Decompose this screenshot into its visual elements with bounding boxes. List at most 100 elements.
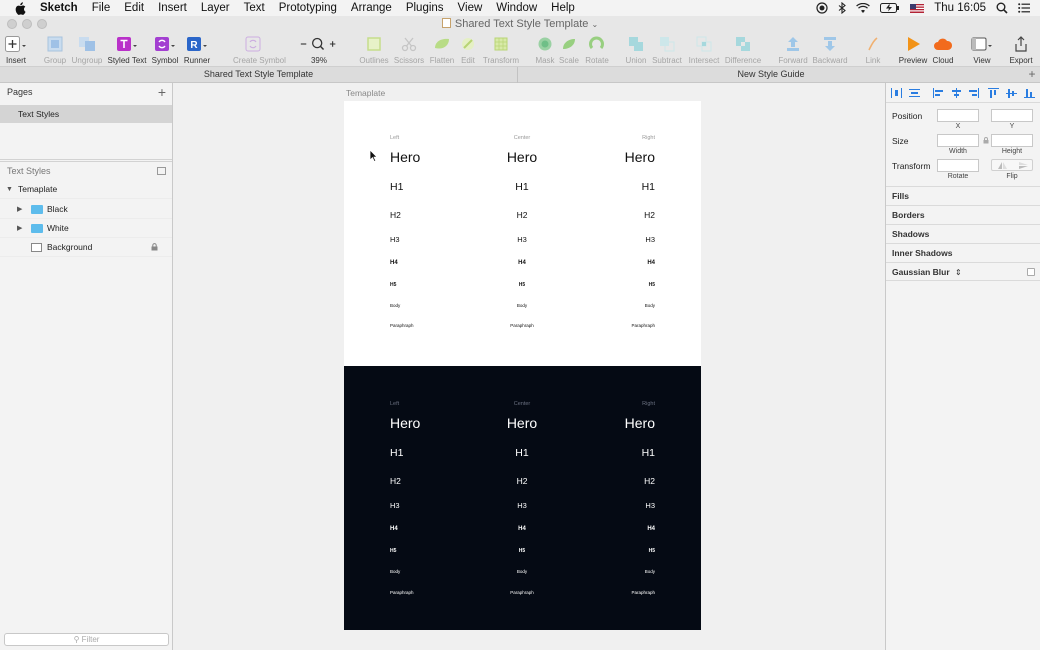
clock-text[interactable]: Thu 16:05 — [934, 2, 986, 14]
export-button[interactable]: Export — [1001, 35, 1040, 65]
column-header-left[interactable]: Left — [390, 401, 399, 407]
text-style-h5-left[interactable]: H5 — [390, 548, 396, 554]
text-style-paragraph-left[interactable]: Paraphraph — [390, 590, 414, 595]
styled-text-button[interactable]: Styled Text — [107, 35, 147, 65]
text-style-h5-center[interactable]: H5 — [519, 548, 525, 554]
cloud-button[interactable]: Cloud — [923, 35, 963, 65]
add-tab-button[interactable]: + — [1024, 67, 1040, 83]
gaussian-blur-section[interactable]: Gaussian Blur ⇕ — [886, 262, 1040, 281]
text-style-body-center[interactable]: Body — [517, 569, 527, 574]
text-style-h3-left[interactable]: H3 — [390, 235, 400, 244]
align-vertical-center-icon[interactable] — [1006, 88, 1017, 98]
text-style-h2-left[interactable]: H2 — [390, 476, 401, 486]
text-style-h2-center[interactable]: H2 — [517, 476, 528, 486]
rotate-input[interactable] — [937, 159, 979, 172]
canvas[interactable]: Temaplate Left Center Right Hero Hero He… — [173, 83, 885, 650]
width-input[interactable] — [937, 134, 979, 147]
text-style-h4-center[interactable]: H4 — [518, 260, 526, 266]
menu-insert[interactable]: Insert — [158, 2, 187, 14]
text-style-h4-center[interactable]: H4 — [518, 526, 526, 532]
text-style-h1-right[interactable]: H1 — [642, 181, 655, 193]
bluetooth-icon[interactable] — [838, 2, 847, 14]
text-style-h5-right[interactable]: H5 — [649, 548, 655, 554]
align-left-icon[interactable] — [933, 88, 944, 98]
menu-file[interactable]: File — [92, 2, 111, 14]
menu-edit[interactable]: Edit — [124, 2, 144, 14]
wifi-icon[interactable] — [856, 2, 871, 14]
document-title[interactable]: Shared Text Style Template ⌄ — [0, 18, 1040, 30]
add-page-icon[interactable]: + — [158, 85, 166, 99]
text-style-h4-left[interactable]: H4 — [390, 526, 398, 532]
layer-filter-input[interactable]: ⚲ Filter — [4, 633, 169, 646]
text-style-body-right[interactable]: Body — [645, 303, 655, 308]
tab-new-style-guide[interactable]: New Style Guide — [518, 67, 1024, 83]
text-style-body-left[interactable]: Body — [390, 303, 400, 308]
text-style-h1-right[interactable]: H1 — [642, 447, 655, 459]
text-style-hero-center[interactable]: Hero — [507, 415, 537, 431]
text-style-h1-left[interactable]: H1 — [390, 447, 403, 459]
link-button[interactable]: Link — [853, 35, 893, 65]
text-style-h4-right[interactable]: H4 — [647, 526, 655, 532]
text-style-hero-left[interactable]: Hero — [390, 149, 420, 165]
borders-section[interactable]: Borders — [886, 205, 1040, 224]
constrain-proportions-lock-icon[interactable] — [983, 137, 989, 144]
menu-app-name[interactable]: Sketch — [40, 2, 78, 14]
layer-group-black[interactable]: ▶ Black — [0, 200, 172, 219]
menu-plugins[interactable]: Plugins — [406, 2, 444, 14]
position-y-input[interactable] — [991, 109, 1033, 122]
view-button[interactable]: View — [962, 35, 1002, 65]
column-header-right[interactable]: Right — [642, 135, 655, 141]
difference-button[interactable]: Difference — [723, 35, 763, 65]
text-style-h2-right[interactable]: H2 — [644, 210, 655, 220]
menu-arrange[interactable]: Arrange — [351, 2, 392, 14]
layer-group-white[interactable]: ▶ White — [0, 219, 172, 238]
text-style-h4-left[interactable]: H4 — [390, 260, 398, 266]
menu-window[interactable]: Window — [496, 2, 537, 14]
rotate-button[interactable]: Rotate — [577, 35, 617, 65]
text-style-h2-right[interactable]: H2 — [644, 476, 655, 486]
column-header-center[interactable]: Center — [514, 401, 531, 407]
text-style-body-right[interactable]: Body — [645, 569, 655, 574]
align-right-icon[interactable] — [968, 88, 979, 98]
notification-center-icon[interactable] — [1018, 3, 1030, 13]
column-header-center[interactable]: Center — [514, 135, 531, 141]
text-style-h5-center[interactable]: H5 — [519, 282, 525, 288]
layer-artboard-temaplate[interactable]: ▼ Temaplate — [0, 180, 172, 199]
disclosure-closed-icon[interactable]: ▶ — [17, 200, 22, 219]
align-top-icon[interactable] — [988, 88, 999, 98]
menu-prototyping[interactable]: Prototyping — [279, 2, 337, 14]
subtract-button[interactable]: Subtract — [647, 35, 687, 65]
flag-icon[interactable] — [910, 3, 925, 13]
text-style-paragraph-left[interactable]: Paraphraph — [390, 323, 414, 328]
text-style-h3-left[interactable]: H3 — [390, 501, 400, 510]
intersect-button[interactable]: Intersect — [684, 35, 724, 65]
page-item-text-styles[interactable]: Text Styles — [0, 105, 172, 123]
text-style-body-center[interactable]: Body — [517, 303, 527, 308]
ungroup-button[interactable]: Ungroup — [67, 35, 107, 65]
text-style-h5-right[interactable]: H5 — [649, 282, 655, 288]
text-style-paragraph-right[interactable]: Paraphraph — [631, 590, 655, 595]
disclosure-open-icon[interactable]: ▼ — [6, 180, 13, 199]
text-style-hero-right[interactable]: Hero — [625, 415, 655, 431]
text-style-body-left[interactable]: Body — [390, 569, 400, 574]
column-header-left[interactable]: Left — [390, 135, 399, 141]
text-style-h3-center[interactable]: H3 — [517, 235, 527, 244]
text-style-h2-center[interactable]: H2 — [517, 210, 528, 220]
text-style-h3-right[interactable]: H3 — [645, 501, 655, 510]
text-style-h4-right[interactable]: H4 — [647, 260, 655, 266]
height-input[interactable] — [991, 134, 1033, 147]
shadows-section[interactable]: Shadows — [886, 224, 1040, 243]
text-style-h1-center[interactable]: H1 — [515, 181, 528, 193]
align-bottom-icon[interactable] — [1024, 88, 1035, 98]
text-style-paragraph-center[interactable]: Paraphraph — [510, 590, 534, 595]
transform-button[interactable]: Transform — [481, 35, 521, 65]
insert-button[interactable]: Insert — [0, 35, 36, 65]
fills-section[interactable]: Fills — [886, 186, 1040, 205]
outlines-button[interactable]: Outlines — [354, 35, 394, 65]
apple-menu-icon[interactable] — [14, 1, 28, 15]
column-header-right[interactable]: Right — [642, 401, 655, 407]
text-style-hero-right[interactable]: Hero — [625, 149, 655, 165]
runner-button[interactable]: R Runner — [177, 35, 217, 65]
collapse-layers-icon[interactable] — [157, 167, 166, 175]
text-style-h1-center[interactable]: H1 — [515, 447, 528, 459]
